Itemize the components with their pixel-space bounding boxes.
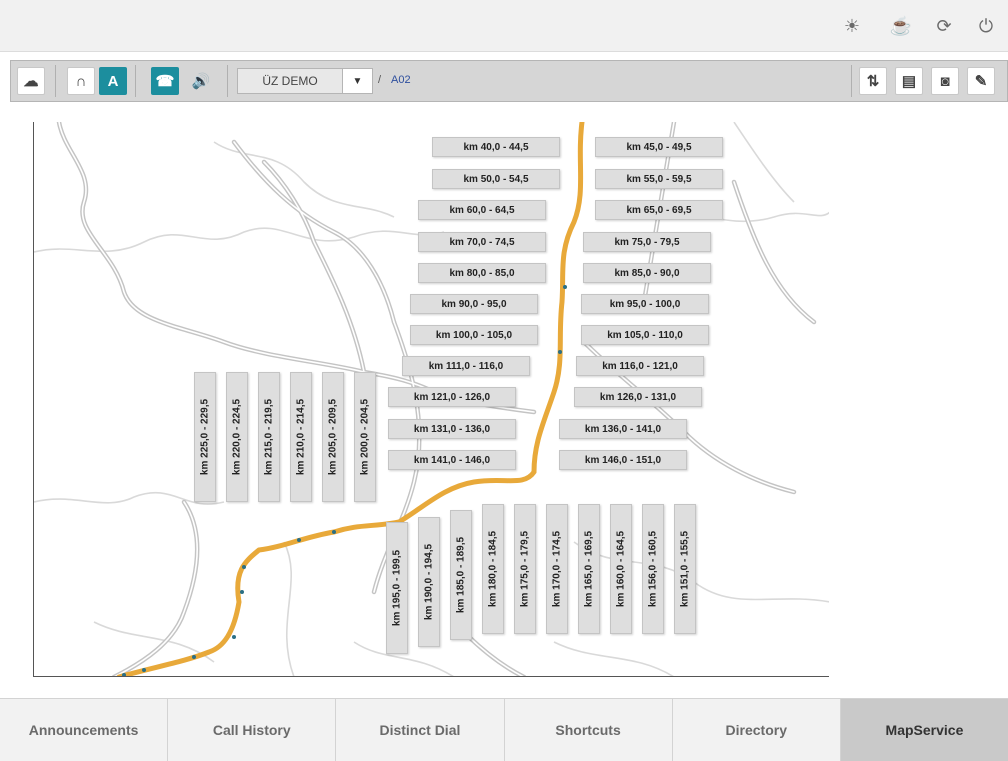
tab-distinct-dial[interactable]: Distinct Dial	[336, 699, 505, 761]
segment-km-205-209[interactable]: km 205,0 - 209,5	[322, 372, 344, 502]
segment-label: km 195,0 - 199,5	[391, 549, 403, 627]
segment-km-190-194[interactable]: km 190,0 - 194,5	[418, 517, 440, 647]
emergency-phone-icon[interactable]: ☎	[151, 67, 179, 95]
power-icon[interactable]: ⏻	[972, 12, 1000, 40]
segment-km-55-59[interactable]: km 55,0 - 59,5	[595, 169, 723, 189]
toolbar-divider	[227, 65, 228, 97]
segment-km-111-116[interactable]: km 111,0 - 116,0	[402, 356, 530, 376]
segment-km-70-74[interactable]: km 70,0 - 74,5	[418, 232, 546, 252]
segment-km-90-95[interactable]: km 90,0 - 95,0	[410, 294, 538, 314]
road-icon[interactable]: A	[99, 67, 127, 95]
toolbar-divider	[851, 65, 852, 97]
segment-km-146-151[interactable]: km 146,0 - 151,0	[559, 450, 687, 470]
segment-km-180-184[interactable]: km 180,0 - 184,5	[482, 504, 504, 634]
tab-shortcuts[interactable]: Shortcuts	[504, 699, 673, 761]
calendar-icon[interactable]: ▤	[895, 67, 923, 95]
segment-label: km 151,0 - 155,5	[679, 530, 691, 608]
chevron-down-icon[interactable]: ▼	[343, 68, 373, 94]
map-view[interactable]: km 40,0 - 44,5 km 45,0 - 49,5 km 50,0 - …	[33, 122, 829, 677]
segment-km-126-131[interactable]: km 126,0 - 131,0	[574, 387, 702, 407]
system-select[interactable]: ÜZ DEMO ▼	[237, 68, 373, 94]
segment-km-220-224[interactable]: km 220,0 - 224,5	[226, 372, 248, 502]
segment-label: km 200,0 - 204,5	[359, 398, 371, 476]
breadcrumb-separator: /	[378, 74, 382, 86]
segment-km-100-105[interactable]: km 100,0 - 105,0	[410, 325, 538, 345]
segment-km-160-164[interactable]: km 160,0 - 164,5	[610, 504, 632, 634]
coffee-icon[interactable]: ☕	[887, 12, 915, 40]
segment-label: km 160,0 - 164,5	[615, 530, 627, 608]
segment-label: km 170,0 - 174,5	[551, 530, 563, 608]
segment-km-95-100[interactable]: km 95,0 - 100,0	[581, 294, 709, 314]
segment-km-170-174[interactable]: km 170,0 - 174,5	[546, 504, 568, 634]
refresh-icon[interactable]: ⟳	[930, 12, 958, 40]
segment-label: km 175,0 - 179,5	[519, 530, 531, 608]
segment-km-215-219[interactable]: km 215,0 - 219,5	[258, 372, 280, 502]
segment-km-50-54[interactable]: km 50,0 - 54,5	[432, 169, 560, 189]
tab-mapservice[interactable]: MapService	[840, 699, 1008, 761]
cloud-upload-icon[interactable]: ☁	[17, 67, 45, 95]
toolbar: ☁ ∩ A ☎ 🔊 ÜZ DEMO ▼ / A02 ⇅ ▤ ◙ ✎	[10, 60, 1008, 102]
segment-km-195-199[interactable]: km 195,0 - 199,5	[386, 522, 408, 654]
segment-label: km 215,0 - 219,5	[263, 398, 275, 476]
toolbar-divider	[135, 65, 136, 97]
segment-km-156-160[interactable]: km 156,0 - 160,5	[642, 504, 664, 634]
segment-km-185-189[interactable]: km 185,0 - 189,5	[450, 510, 472, 640]
brightness-icon[interactable]: ☀	[838, 12, 866, 40]
segment-label: km 185,0 - 189,5	[455, 536, 467, 614]
segment-label: km 220,0 - 224,5	[231, 398, 243, 476]
segment-km-141-146[interactable]: km 141,0 - 146,0	[388, 450, 516, 470]
segment-km-116-121[interactable]: km 116,0 - 121,0	[576, 356, 704, 376]
tunnel-icon[interactable]: ∩	[67, 67, 95, 95]
tab-call-history[interactable]: Call History	[168, 699, 337, 761]
segment-km-175-179[interactable]: km 175,0 - 179,5	[514, 504, 536, 634]
segment-km-210-214[interactable]: km 210,0 - 214,5	[290, 372, 312, 502]
segment-label: km 190,0 - 194,5	[423, 543, 435, 621]
segment-km-151-155[interactable]: km 151,0 - 155,5	[674, 504, 696, 634]
toolbar-divider	[55, 65, 56, 97]
speaker-icon[interactable]: ◙	[931, 67, 959, 95]
segment-label: km 156,0 - 160,5	[647, 530, 659, 608]
breadcrumb-road[interactable]: A02	[391, 74, 411, 86]
segment-km-45-49[interactable]: km 45,0 - 49,5	[595, 137, 723, 157]
segment-km-60-64[interactable]: km 60,0 - 64,5	[418, 200, 546, 220]
segment-km-80-85[interactable]: km 80,0 - 85,0	[418, 263, 546, 283]
segment-label: km 205,0 - 209,5	[327, 398, 339, 476]
segment-km-65-69[interactable]: km 65,0 - 69,5	[595, 200, 723, 220]
segment-label: km 165,0 - 169,5	[583, 530, 595, 608]
segment-km-225-229[interactable]: km 225,0 - 229,5	[194, 372, 216, 502]
top-bar: ☀ ☕ ⟳ ⏻	[0, 0, 1008, 52]
segment-km-131-136[interactable]: km 131,0 - 136,0	[388, 419, 516, 439]
bottom-tab-bar: Announcements Call History Distinct Dial…	[0, 698, 1008, 761]
segment-km-75-79[interactable]: km 75,0 - 79,5	[583, 232, 711, 252]
system-select-value[interactable]: ÜZ DEMO	[237, 68, 343, 94]
segment-label: km 210,0 - 214,5	[295, 398, 307, 476]
speaker-radio-icon[interactable]: 🔊	[187, 67, 215, 95]
pen-icon[interactable]: ✎	[967, 67, 995, 95]
sync-icon[interactable]: ⇅	[859, 67, 887, 95]
segment-km-200-204[interactable]: km 200,0 - 204,5	[354, 372, 376, 502]
segment-label: km 225,0 - 229,5	[199, 398, 211, 476]
segment-label: km 180,0 - 184,5	[487, 530, 499, 608]
segment-km-85-90[interactable]: km 85,0 - 90,0	[583, 263, 711, 283]
segment-km-165-169[interactable]: km 165,0 - 169,5	[578, 504, 600, 634]
tab-directory[interactable]: Directory	[672, 699, 841, 761]
segment-km-40-44[interactable]: km 40,0 - 44,5	[432, 137, 560, 157]
segment-km-105-110[interactable]: km 105,0 - 110,0	[581, 325, 709, 345]
segment-km-121-126[interactable]: km 121,0 - 126,0	[388, 387, 516, 407]
segment-km-136-141[interactable]: km 136,0 - 141,0	[559, 419, 687, 439]
tab-announcements[interactable]: Announcements	[0, 699, 169, 761]
